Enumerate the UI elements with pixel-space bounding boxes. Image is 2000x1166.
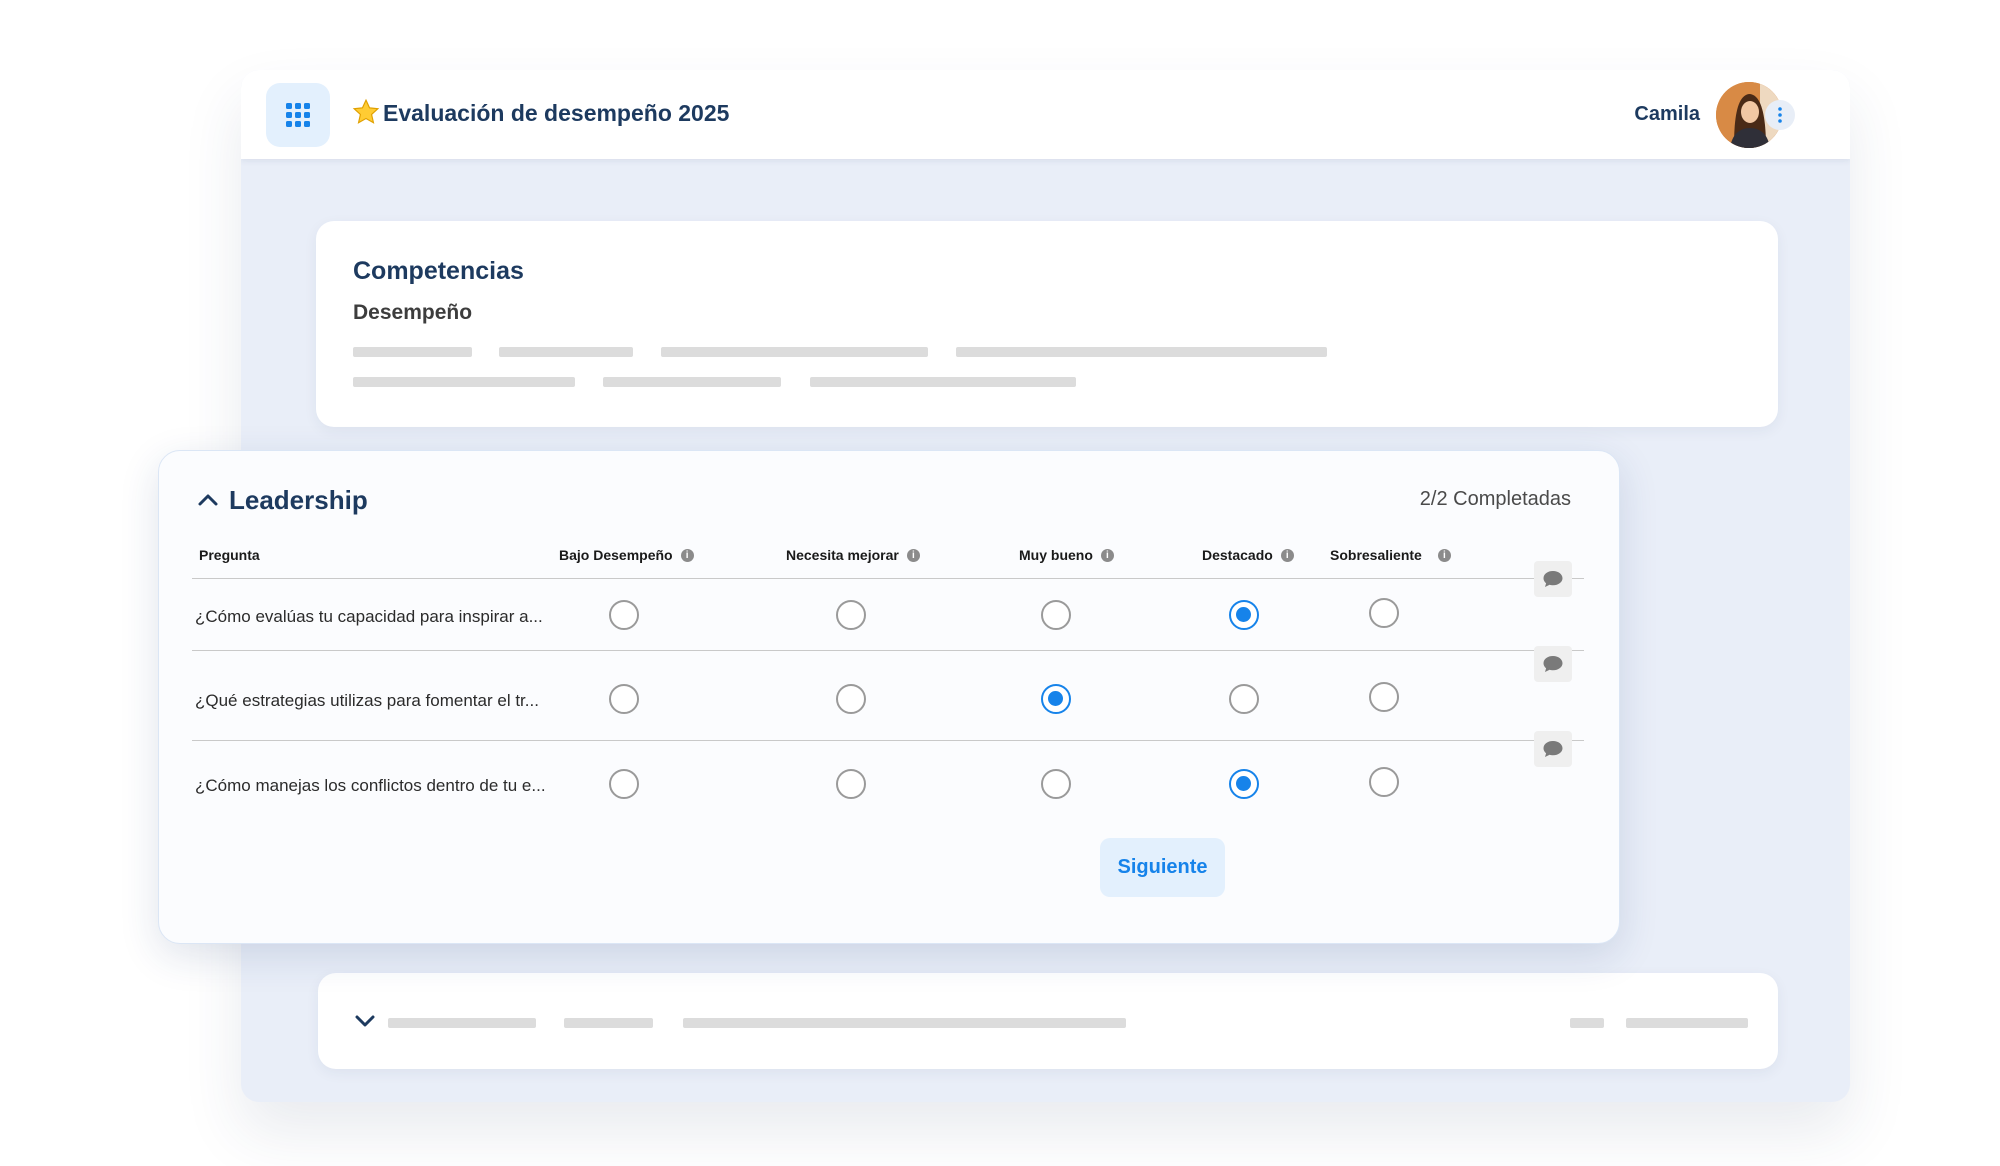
apps-grid-icon <box>286 103 310 127</box>
comment-button[interactable] <box>1534 731 1572 767</box>
row-divider <box>192 650 1584 651</box>
column-header-option: Destacado i <box>1202 547 1294 563</box>
comment-icon <box>1543 656 1563 672</box>
top-bar: Evaluación de desempeño 2025 Camila <box>241 70 1850 159</box>
column-header-label: Destacado <box>1202 547 1273 563</box>
radio-option-selected[interactable] <box>1229 769 1259 799</box>
radio-option[interactable] <box>1369 767 1399 797</box>
skeleton-line <box>661 347 928 357</box>
radio-option[interactable] <box>1369 598 1399 628</box>
star-icon <box>352 98 380 124</box>
skeleton-line <box>353 347 472 357</box>
user-menu-button[interactable] <box>1765 100 1795 130</box>
column-header-label: Muy bueno <box>1019 547 1093 563</box>
radio-option[interactable] <box>1041 600 1071 630</box>
competencias-card: Competencias Desempeño <box>316 221 1778 427</box>
skeleton-line <box>810 377 1076 387</box>
skeleton-line <box>499 347 633 357</box>
radio-option[interactable] <box>609 684 639 714</box>
column-header-label: Sobresaliente <box>1330 547 1422 563</box>
row-divider <box>192 578 1584 579</box>
leadership-title: Leadership <box>229 485 368 515</box>
comment-icon <box>1543 571 1563 587</box>
skeleton-line <box>564 1018 653 1028</box>
info-icon[interactable]: i <box>906 548 920 562</box>
competencias-title: Competencias <box>353 257 524 285</box>
stage: Evaluación de desempeño 2025 Camila Comp… <box>0 0 2000 1166</box>
radio-option[interactable] <box>836 769 866 799</box>
column-header-label: Pregunta <box>199 547 260 563</box>
column-header-label: Bajo Desempeño <box>559 547 673 563</box>
kebab-menu-icon <box>1778 107 1782 123</box>
user-name: Camila <box>1634 103 1700 125</box>
column-header-label: Necesita mejorar <box>786 547 899 563</box>
info-icon[interactable]: i <box>1100 548 1114 562</box>
competencias-subtitle: Desempeño <box>353 301 473 324</box>
skeleton-line <box>956 347 1327 357</box>
comment-button[interactable] <box>1534 646 1572 682</box>
radio-option[interactable] <box>836 600 866 630</box>
skeleton-line <box>603 377 781 387</box>
skeleton-line <box>1570 1018 1604 1028</box>
column-header-question: Pregunta <box>199 547 260 563</box>
question-text: ¿Cómo manejas los conflictos dentro de t… <box>195 776 546 795</box>
info-icon[interactable]: i <box>1280 548 1294 562</box>
skeleton-line <box>683 1018 1126 1028</box>
leadership-card: Leadership 2/2 Completadas Pregunta Bajo… <box>158 450 1620 944</box>
chevron-up-icon[interactable] <box>197 492 219 508</box>
column-header-option: Sobresaliente i <box>1330 547 1451 563</box>
radio-option[interactable] <box>1041 769 1071 799</box>
next-button[interactable]: Siguiente <box>1100 838 1225 897</box>
radio-option[interactable] <box>1229 684 1259 714</box>
radio-option[interactable] <box>1369 682 1399 712</box>
question-text: ¿Cómo evalúas tu capacidad para inspirar… <box>195 607 543 626</box>
column-header-option: Muy bueno i <box>1019 547 1114 563</box>
comment-button[interactable] <box>1534 561 1572 597</box>
skeleton-line <box>353 377 575 387</box>
collapsed-section-card[interactable] <box>318 973 1778 1069</box>
apps-button[interactable] <box>266 83 330 147</box>
radio-option[interactable] <box>609 769 639 799</box>
question-text: ¿Qué estrategias utilizas para fomentar … <box>195 691 539 710</box>
comment-icon <box>1543 741 1563 757</box>
radio-option[interactable] <box>836 684 866 714</box>
info-icon[interactable]: i <box>680 548 694 562</box>
radio-option[interactable] <box>609 600 639 630</box>
skeleton-line <box>388 1018 536 1028</box>
column-header-option: Bajo Desempeño i <box>559 547 694 563</box>
completion-status: 2/2 Completadas <box>1419 488 1571 510</box>
info-icon[interactable]: i <box>1437 548 1451 562</box>
chevron-down-icon[interactable] <box>354 1013 376 1029</box>
skeleton-line <box>1626 1018 1748 1028</box>
radio-option-selected[interactable] <box>1041 684 1071 714</box>
page-title: Evaluación de desempeño 2025 <box>383 100 730 126</box>
row-divider <box>192 740 1584 741</box>
radio-option-selected[interactable] <box>1229 600 1259 630</box>
column-header-option: Necesita mejorar i <box>786 547 920 563</box>
